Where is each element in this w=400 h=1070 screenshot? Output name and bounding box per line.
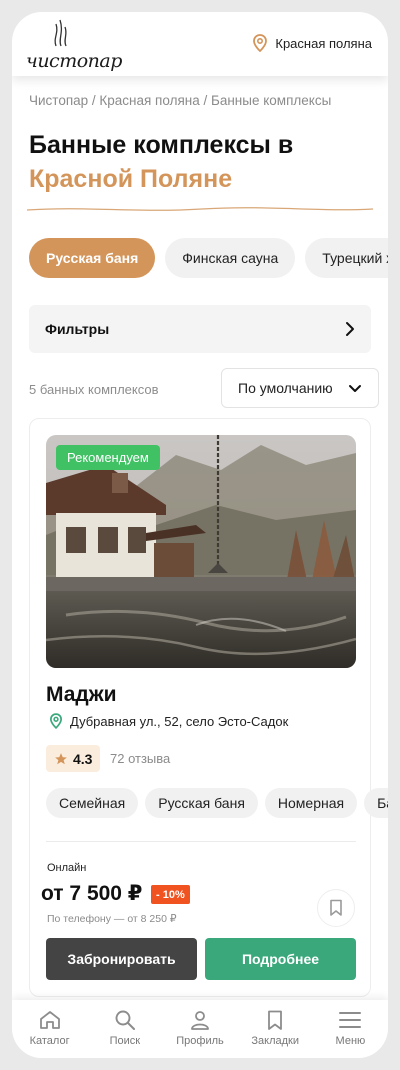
bathhouse-name[interactable]: Маджи [46, 683, 117, 707]
nav-label: Каталог [29, 1035, 70, 1047]
nav-label: Закладки [251, 1035, 300, 1047]
nav-profile[interactable]: Профиль [162, 1000, 237, 1058]
tab-finnish-sauna[interactable]: Финская сауна [165, 238, 296, 278]
nav-label: Меню [335, 1035, 366, 1047]
bathhouse-card[interactable]: Рекомендуем Маджи Дубравная ул., 52, сел… [29, 418, 388, 997]
chevron-down-icon [349, 384, 361, 392]
bookmark-button[interactable] [317, 889, 355, 927]
tag-list: Семейная Русская баня Номерная Бассейн [46, 788, 388, 818]
price: от 7 500 ₽ [41, 882, 143, 905]
bookmark-icon [268, 1010, 283, 1030]
home-icon [39, 1011, 60, 1029]
breadcrumb[interactable]: Чистопар / Красная поляна / Банные компл… [29, 93, 331, 108]
chevron-right-icon [346, 322, 354, 336]
discount-badge: - 10% [151, 885, 190, 904]
location-pin-icon [253, 34, 268, 52]
logo-text: чистопар [26, 50, 122, 72]
logo[interactable]: чистопар [26, 18, 122, 72]
tab-turkish-hammam[interactable]: Турецкий хамам [305, 238, 388, 278]
filters-label: Фильтры [45, 321, 110, 337]
nav-catalog[interactable]: Каталог [12, 1000, 87, 1058]
location-selector[interactable]: Красная поляна [253, 34, 372, 52]
logo-steam-icon [54, 19, 67, 47]
nav-search[interactable]: Поиск [87, 1000, 162, 1058]
bathhouse-address: Дубравная ул., 52, село Эсто-Садок [50, 713, 288, 729]
page-title: Банные комплексы в [29, 131, 294, 159]
star-icon [55, 752, 67, 764]
tag-chip[interactable]: Бассейн [364, 788, 388, 818]
address-text: Дубравная ул., 52, село Эсто-Садок [70, 713, 289, 729]
location-label: Красная поляна [275, 35, 372, 51]
bottom-navigation: Каталог Поиск Профиль Закладки Меню [12, 1000, 388, 1058]
menu-icon [339, 1012, 362, 1028]
rating-value: 4.3 [73, 750, 93, 767]
tag-chip[interactable]: Семейная [46, 788, 139, 818]
search-icon [115, 1010, 135, 1030]
rating-badge: 4.3 [46, 745, 101, 772]
phone-price: По телефону — от 8 250 ₽ [47, 913, 177, 925]
results-count: 5 банных комплексов [29, 382, 159, 397]
filters-button[interactable]: Фильтры [29, 305, 371, 353]
bathhouse-photo[interactable]: Рекомендуем [46, 435, 356, 668]
nav-bookmarks[interactable]: Закладки [238, 1000, 313, 1058]
sort-value: По умолчанию [238, 380, 333, 396]
online-label: Онлайн [47, 862, 87, 874]
divider [46, 841, 356, 842]
nav-label: Профиль [176, 1035, 224, 1047]
recommended-badge: Рекомендуем [56, 445, 160, 470]
sort-select[interactable]: По умолчанию [221, 368, 379, 408]
bookmark-icon [330, 899, 342, 916]
decorative-wave-divider [27, 207, 373, 211]
header: чистопар Красная поляна [12, 12, 388, 76]
reviews-link[interactable]: 72 отзыва [110, 751, 170, 766]
tag-chip[interactable]: Русская баня [145, 788, 258, 818]
tag-chip[interactable]: Номерная [264, 788, 358, 818]
user-icon [191, 1011, 209, 1030]
phone-screen: чистопар Красная поляна Чистопар / Красн… [12, 12, 388, 1058]
book-button[interactable]: Забронировать [46, 938, 197, 980]
tab-russian-banya[interactable]: Русская баня [29, 238, 156, 278]
details-button[interactable]: Подробнее [205, 938, 356, 980]
category-tabs: Русская баня Финская сауна Турецкий хама… [29, 238, 388, 278]
nav-menu[interactable]: Меню [313, 1000, 388, 1058]
nav-label: Поиск [109, 1035, 141, 1047]
map-pin-icon [50, 713, 62, 729]
page-title-accent: Красной Поляне [29, 165, 233, 193]
